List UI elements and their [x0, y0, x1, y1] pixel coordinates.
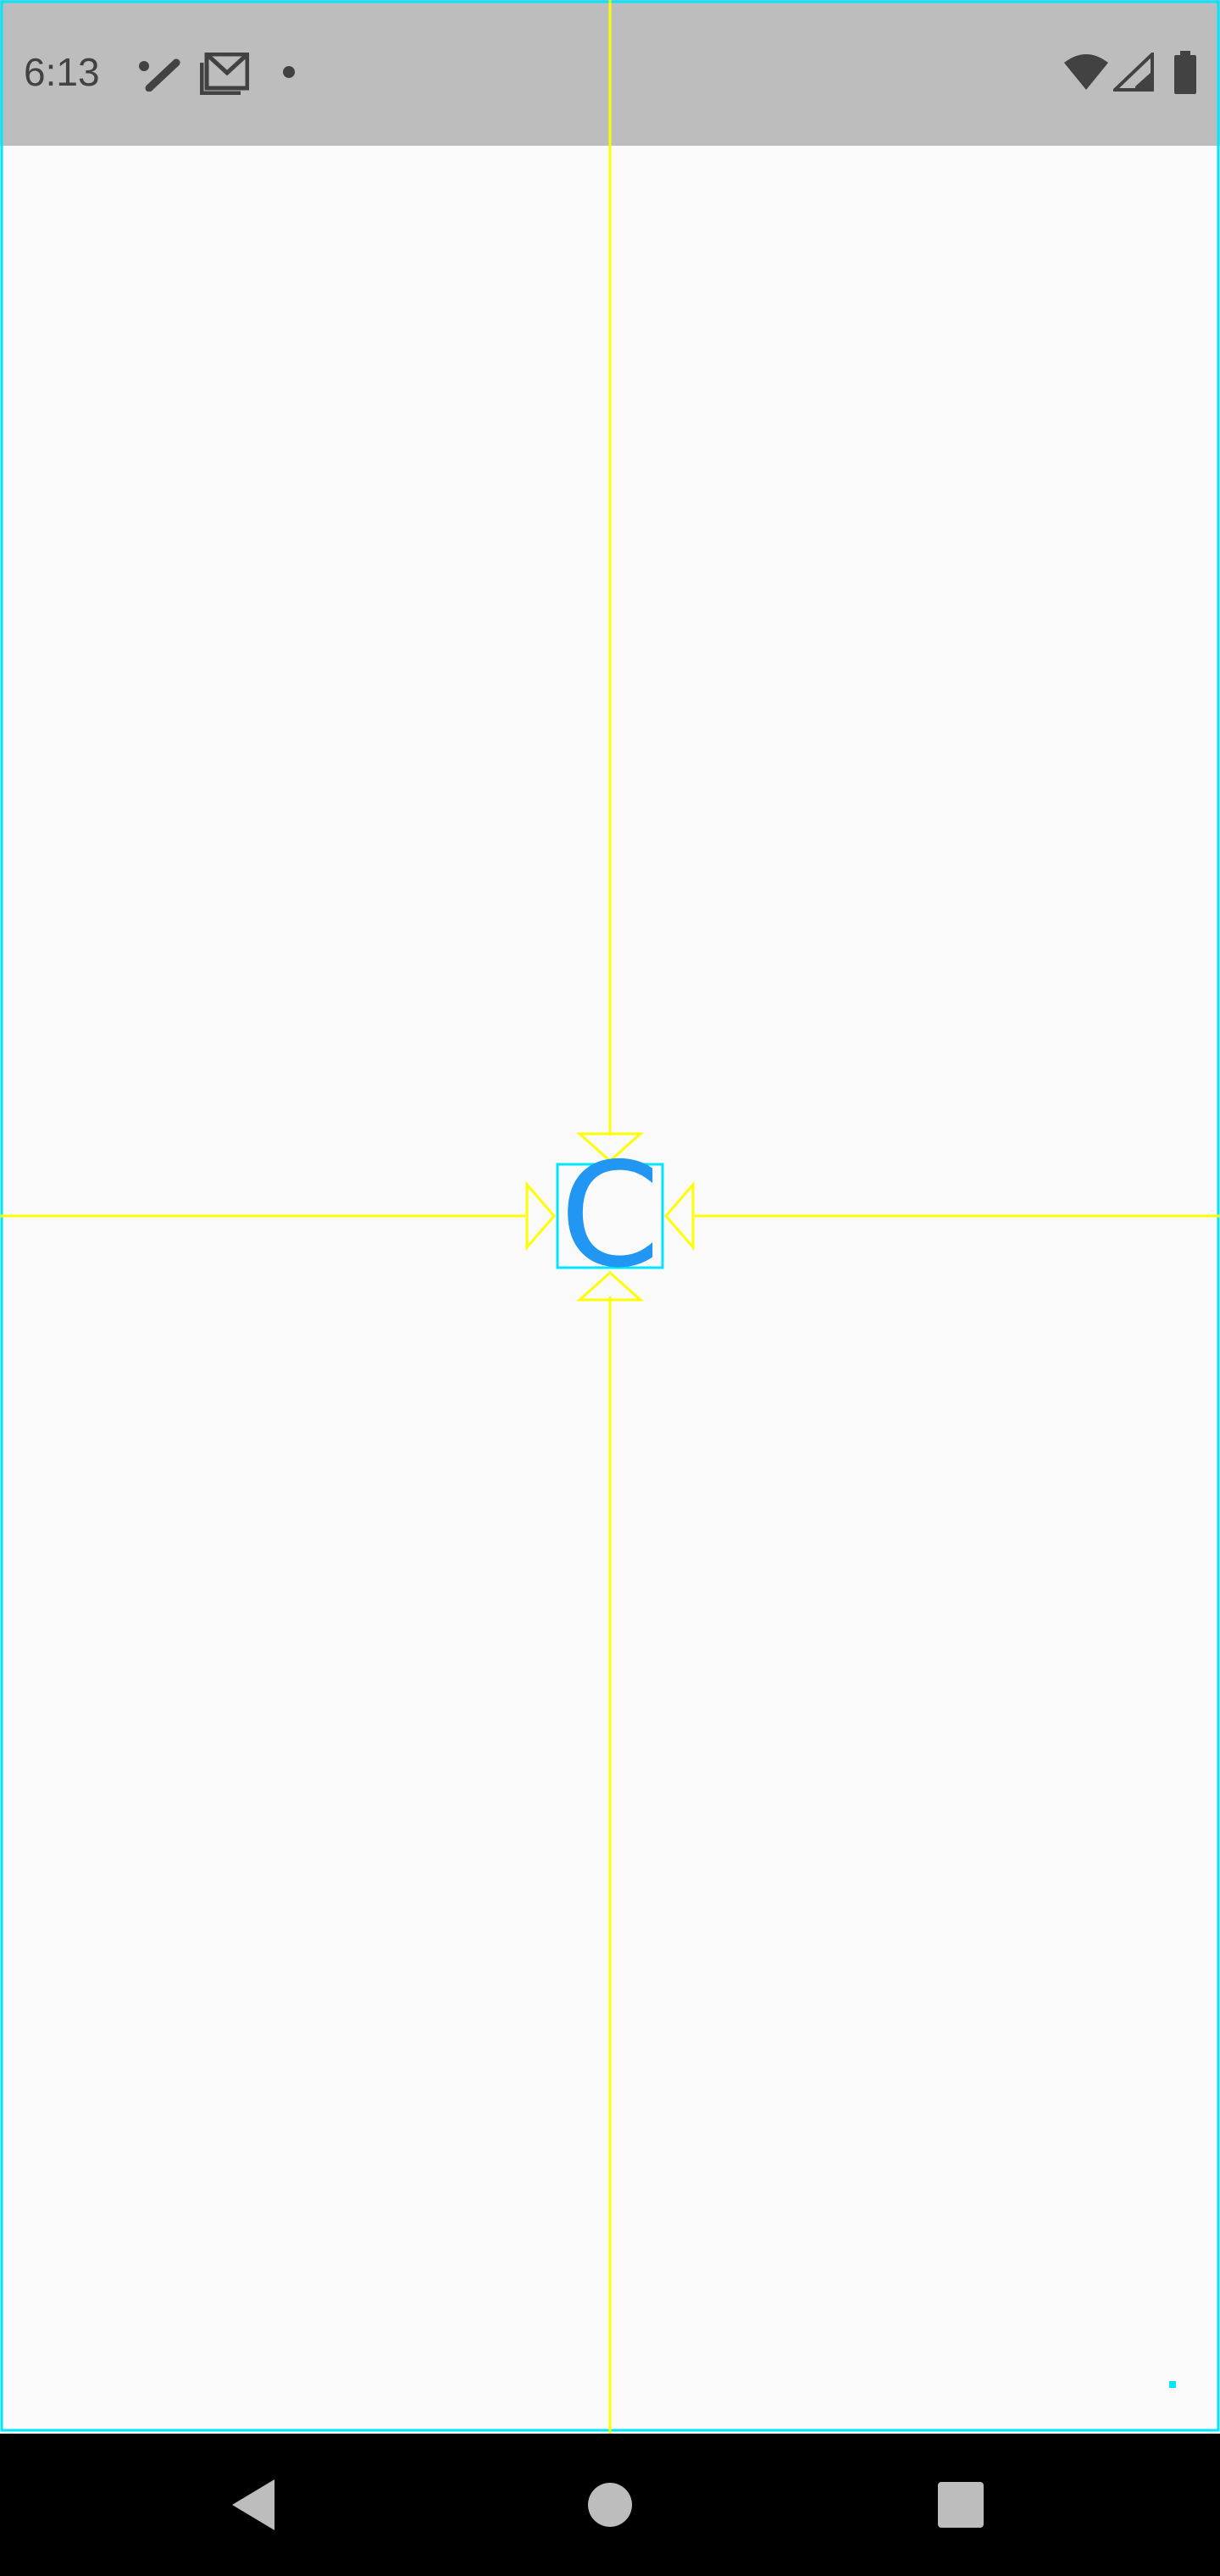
home-icon [588, 2483, 632, 2527]
center-glyph: C [559, 1132, 661, 1300]
back-button[interactable] [203, 2454, 305, 2556]
navigation-bar [0, 2434, 1220, 2576]
screen: 6:13 C [0, 0, 1220, 2576]
arrow-right [664, 1180, 695, 1252]
cellular-signal-icon [1111, 50, 1154, 96]
status-bar: 6:13 [0, 0, 1220, 146]
status-time: 6:13 [24, 50, 100, 94]
recents-button[interactable] [910, 2454, 1012, 2556]
gmail-icon [199, 52, 250, 99]
wifi-icon [1062, 53, 1110, 96]
arrow-left [525, 1180, 556, 1252]
recents-icon [938, 2482, 984, 2528]
notification-dot-icon [283, 66, 295, 82]
home-button[interactable] [559, 2454, 661, 2556]
pen-tool-icon [137, 58, 181, 96]
corner-marker [1169, 2381, 1176, 2388]
battery-icon [1173, 51, 1198, 99]
back-icon [232, 2479, 274, 2530]
